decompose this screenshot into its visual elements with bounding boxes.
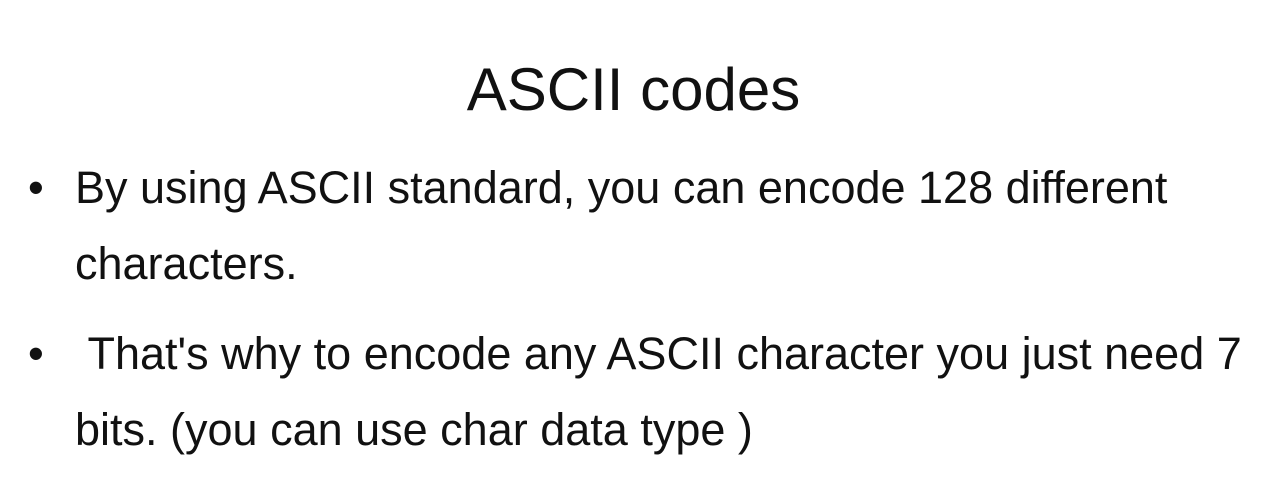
bullet-list: • By using ASCII standard, you can encod…	[28, 150, 1258, 482]
bullet-item-7-bits: • That's why to encode any ASCII charact…	[28, 316, 1258, 468]
bullet-text: By using ASCII standard, you can encode …	[75, 162, 1180, 289]
bullet-icon: •	[28, 328, 44, 379]
slide: ASCII codes • By using ASCII standard, y…	[0, 0, 1267, 476]
bullet-icon: •	[28, 162, 44, 213]
slide-title: ASCII codes	[466, 56, 801, 124]
bullet-text: That's why to encode any ASCII character…	[75, 328, 1255, 455]
bullet-item-encode-128: • By using ASCII standard, you can encod…	[28, 150, 1258, 302]
